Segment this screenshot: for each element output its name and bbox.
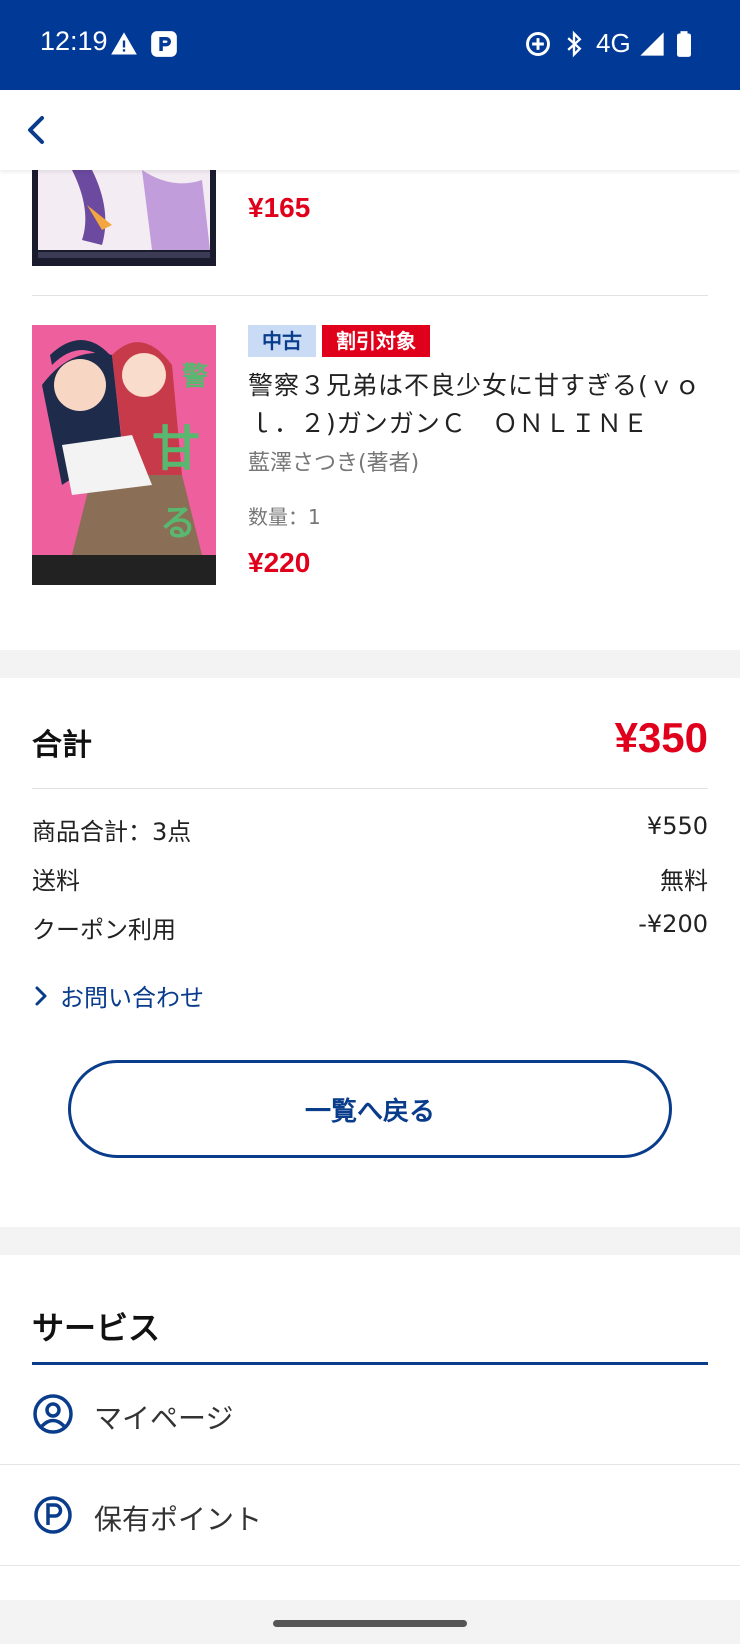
coupon-row: クーポン利用 -¥200: [32, 910, 708, 945]
subtotal-value: ¥550: [646, 812, 708, 840]
status-bar: 12:19 4G: [0, 0, 740, 90]
shipping-value: 無料: [660, 867, 708, 895]
back-to-list-button[interactable]: 一覧へ戻る: [68, 1060, 672, 1158]
subtotal-row: 商品合計：3点 ¥550: [32, 812, 708, 847]
book-cover-image: [32, 170, 216, 266]
contact-link-label: お問い合わせ: [60, 984, 204, 1012]
item-price: ¥220: [248, 547, 311, 578]
service-item-label: マイページ: [94, 1402, 234, 1435]
p-app-icon: [151, 31, 177, 57]
signal-icon: [640, 32, 664, 56]
shipping-label: 送料: [32, 867, 80, 895]
coupon-value: -¥200: [638, 910, 708, 938]
used-badge: 中古: [248, 325, 316, 357]
data-saver-icon: [526, 32, 550, 56]
summary-divider: [32, 788, 708, 789]
app-header: [0, 90, 740, 170]
points-icon: [34, 1496, 72, 1534]
svg-text:る: る: [160, 503, 196, 544]
badges: 中古 割引対象: [248, 325, 430, 357]
svg-text:甘: 甘: [152, 421, 200, 477]
user-circle-icon: [33, 1394, 73, 1434]
item-quantity: 数量：1: [248, 505, 321, 529]
section-separator: [0, 1227, 740, 1255]
chevron-left-icon[interactable]: [16, 108, 60, 152]
status-time: 12:19: [40, 26, 108, 56]
coupon-label: クーポン利用: [32, 916, 176, 944]
book-cover-image: 警 甘 る: [32, 325, 216, 585]
shipping-row: 送料 無料: [32, 861, 708, 896]
contact-link[interactable]: お問い合わせ: [32, 978, 204, 1013]
item-price: ¥165: [248, 192, 311, 223]
gesture-nav-handle[interactable]: [273, 1620, 467, 1627]
discount-badge: 割引対象: [322, 325, 430, 357]
order-items: ¥165 警 甘 る 中古 割引対象 警察３兄弟は不良少女に甘すぎる(ｖｏｌ．２…: [0, 170, 740, 585]
list-item[interactable]: ¥165: [0, 170, 740, 295]
total-label: 合計: [32, 728, 92, 763]
item-title[interactable]: 警察３兄弟は不良少女に甘すぎる(ｖｏｌ．２)ガンガンＣ ＯＮＬＩＮＥ: [248, 367, 718, 443]
svg-text:警: 警: [182, 361, 208, 392]
warning-icon: [111, 32, 137, 55]
bluetooth-icon: [567, 30, 582, 58]
list-item[interactable]: 警 甘 る 中古 割引対象 警察３兄弟は不良少女に甘すぎる(ｖｏｌ．２)ガンガン…: [0, 295, 740, 635]
service-item-label: 保有ポイント: [94, 1503, 263, 1536]
network-type: 4G: [596, 28, 631, 58]
service-item-mypage[interactable]: マイページ: [0, 1365, 740, 1465]
item-author: 藍澤さつき(著者): [248, 451, 420, 476]
chevron-right-icon: [35, 986, 47, 1005]
subtotal-label: 商品合計：3点: [32, 818, 192, 846]
section-separator: [0, 650, 740, 678]
services-title: サービス: [32, 1309, 161, 1347]
total-value: ¥350: [614, 714, 708, 761]
battery-icon: [677, 31, 691, 57]
service-item-points[interactable]: 保有ポイント: [0, 1466, 740, 1566]
